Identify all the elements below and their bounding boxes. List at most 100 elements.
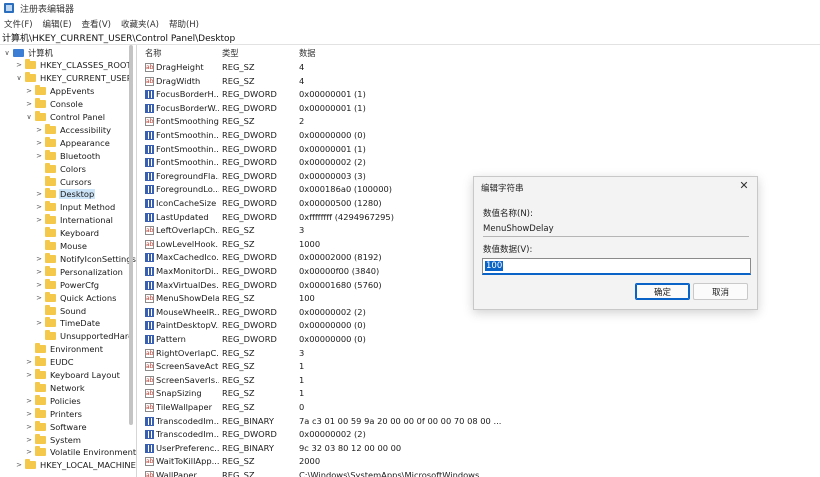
table-row[interactable]: WaitToKillApp...REG_SZ 2000 (141, 455, 820, 469)
menu-edit[interactable]: 编辑(E) (43, 18, 72, 30)
close-icon[interactable]: ✕ (737, 179, 751, 193)
cell-data: 0x00002000 (8192) (299, 252, 382, 263)
tree-item[interactable]: Mouse (35, 240, 88, 253)
tree-item[interactable]: ∨ HKEY_CURRENT_USER (15, 72, 134, 85)
tree-item[interactable]: > EUDC (25, 356, 75, 369)
chevron-right-icon[interactable]: > (25, 423, 33, 431)
tree-item[interactable]: > Accessibility (35, 123, 112, 136)
menu-favorites[interactable]: 收藏夹(A) (121, 18, 159, 30)
tree-item[interactable]: > Input Method (35, 201, 116, 214)
table-row[interactable]: FontSmoothin... REG_DWORD 0x00000002 (2) (141, 156, 820, 170)
table-row[interactable]: SnapSizing REG_SZ 1 (141, 387, 820, 401)
chevron-right-icon[interactable]: > (35, 190, 43, 198)
tree-item[interactable]: > Quick Actions (35, 291, 117, 304)
chevron-right-icon[interactable]: > (25, 358, 33, 366)
tree-item[interactable]: > Console (25, 98, 84, 111)
tree-item[interactable]: Sound (35, 304, 87, 317)
tree-item[interactable]: > NotifyIconSettings (35, 252, 136, 265)
chevron-right-icon[interactable]: > (35, 255, 43, 263)
address-bar[interactable]: 计算机\HKEY_CURRENT_USER\Control Panel\Desk… (0, 31, 820, 45)
table-row[interactable]: ScreenSaveActi...REG_SZ 1 (141, 360, 820, 374)
tree-item[interactable]: Colors (35, 162, 87, 175)
tree-item[interactable]: > International (35, 214, 114, 227)
tree-item[interactable]: > PowerCfg (35, 278, 100, 291)
tree-item-label: Appearance (60, 137, 110, 148)
table-row[interactable]: Pattern REG_DWORD 0x00000000 (0) (141, 333, 820, 347)
column-header-name[interactable]: 名称 (145, 47, 162, 59)
chevron-right-icon[interactable]: > (15, 461, 23, 469)
chevron-right-icon[interactable]: > (25, 371, 33, 379)
cell-name: FontSmoothin... (156, 143, 219, 154)
chevron-down-icon[interactable]: ∨ (3, 49, 11, 57)
chevron-right-icon[interactable]: > (35, 281, 43, 289)
table-row[interactable]: FocusBorderW... REG_DWORD 0x00000001 (1) (141, 102, 820, 116)
tree-item[interactable]: > HKEY_CLASSES_ROOT (15, 59, 133, 72)
table-row[interactable]: PaintDesktopV... REG_DWORD 0x00000000 (0) (141, 319, 820, 333)
chevron-right-icon[interactable]: > (35, 203, 43, 211)
chevron-down-icon[interactable]: ∨ (25, 113, 33, 121)
tree-item[interactable]: > HKEY_LOCAL_MACHINE (15, 459, 136, 472)
tree-item[interactable]: UnsupportedHard (35, 330, 134, 343)
table-row[interactable]: FontSmoothingREG_SZ 2 (141, 115, 820, 129)
tree-item[interactable]: Network (25, 381, 86, 394)
binary-value-icon (145, 171, 154, 181)
tree-scrollbar[interactable] (129, 45, 133, 425)
dialog-title: 编辑字符串 (481, 184, 524, 194)
tree-item[interactable]: ∨ Control Panel (25, 111, 106, 124)
table-row[interactable]: FontSmoothin... REG_DWORD 0x00000001 (1) (141, 143, 820, 157)
tree-item[interactable]: ∨ 计算机 (3, 46, 54, 59)
chevron-right-icon[interactable]: > (35, 268, 43, 276)
chevron-right-icon[interactable]: > (35, 139, 43, 147)
chevron-right-icon[interactable]: > (35, 152, 43, 160)
chevron-right-icon[interactable]: > (25, 448, 33, 456)
table-row[interactable]: FocusBorderH... REG_DWORD 0x00000001 (1) (141, 88, 820, 102)
chevron-right-icon[interactable]: > (35, 319, 43, 327)
table-row[interactable]: RightOverlapC...REG_SZ 3 (141, 347, 820, 361)
tree-item[interactable]: > Appearance (35, 136, 111, 149)
menu-file[interactable]: 文件(F) (4, 18, 33, 30)
cell-type: REG_DWORD (222, 102, 277, 113)
tree-item[interactable]: > System (25, 433, 82, 446)
tree-item[interactable]: > Bluetooth (35, 149, 101, 162)
chevron-right-icon[interactable]: > (25, 397, 33, 405)
chevron-right-icon[interactable]: > (35, 126, 43, 134)
chevron-right-icon[interactable]: > (35, 294, 43, 302)
chevron-right-icon[interactable]: > (25, 100, 33, 108)
tree-item[interactable]: > Volatile Environment (25, 446, 136, 459)
table-row[interactable]: TranscodedIm... REG_DWORD 0x00000002 (2) (141, 428, 820, 442)
chevron-right-icon[interactable]: > (35, 216, 43, 224)
table-row[interactable]: DragWidth REG_SZ 4 (141, 75, 820, 89)
chevron-down-icon[interactable]: ∨ (15, 74, 23, 82)
chevron-right-icon[interactable]: > (15, 61, 23, 69)
table-row[interactable]: TileWallpaper REG_SZ 0 (141, 401, 820, 415)
tree-item[interactable]: > Policies (25, 394, 82, 407)
chevron-right-icon[interactable]: > (25, 410, 33, 418)
table-row[interactable]: FontSmoothin... REG_DWORD 0x00000000 (0) (141, 129, 820, 143)
chevron-right-icon[interactable]: > (25, 436, 33, 444)
table-row[interactable]: WallPaper REG_SZ C:\Windows\SystemApps\Mic… (141, 469, 820, 477)
menu-view[interactable]: 查看(V) (82, 18, 111, 30)
chevron-right-icon[interactable]: > (25, 87, 33, 95)
tree-item[interactable]: > AppEvents (25, 85, 95, 98)
value-data-input[interactable]: 100 (482, 258, 751, 275)
folder-icon (45, 330, 56, 341)
tree-item[interactable]: Cursors (35, 175, 93, 188)
tree-item[interactable]: > Printers (25, 407, 83, 420)
table-row[interactable]: DragHeight REG_SZ 4 (141, 61, 820, 75)
tree-item[interactable]: Keyboard (35, 227, 100, 240)
tree-item[interactable]: > Personalization (35, 265, 124, 278)
table-row[interactable]: ScreenSaverIs...REG_SZ 1 (141, 374, 820, 388)
tree-item[interactable]: Environment (25, 343, 104, 356)
column-header-type[interactable]: 类型 (222, 47, 239, 59)
column-header-data[interactable]: 数据 (299, 47, 316, 59)
table-row[interactable]: TranscodedIm... REG_BINARY 7a c3 01 00 59 … (141, 415, 820, 429)
cancel-button[interactable]: 取消 (693, 283, 748, 300)
table-row[interactable]: UserPreferenc... REG_BINARY 9c 32 03 80 12… (141, 442, 820, 456)
tree-item[interactable]: > Keyboard Layout (25, 369, 121, 382)
menu-help[interactable]: 帮助(H) (169, 18, 199, 30)
ok-button[interactable]: 确定 (635, 283, 690, 300)
tree-item[interactable]: > TimeDate (35, 317, 101, 330)
tree-item-label: UnsupportedHard (60, 331, 134, 342)
tree-item[interactable]: > Desktop (35, 188, 96, 201)
tree-item[interactable]: > Software (25, 420, 88, 433)
